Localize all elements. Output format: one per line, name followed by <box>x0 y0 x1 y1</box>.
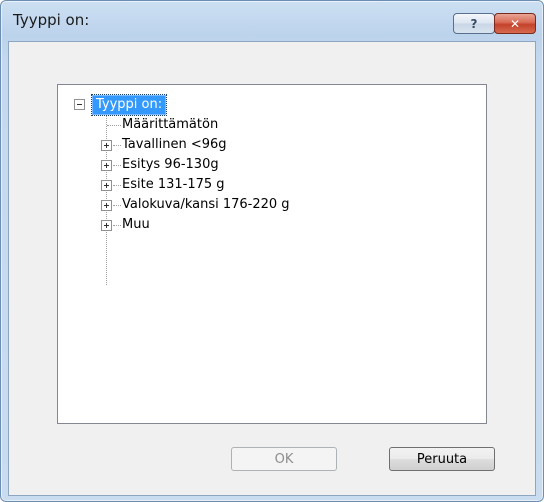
tree-node-label: Määrittämätön <box>122 117 219 132</box>
paper-type-tree[interactable]: Tyyppi on: Määrittämätön Tavallinen <96g… <box>57 84 487 424</box>
expand-icon[interactable] <box>101 180 112 191</box>
tree-node-valokuva[interactable]: Valokuva/kansi 176-220 g <box>58 195 398 215</box>
dialog-title: Tyyppi on: <box>13 11 90 29</box>
tree-node-maarittamaton[interactable]: Määrittämätön <box>122 115 218 135</box>
tree-node-tavallinen[interactable]: Tavallinen <96g <box>58 135 358 155</box>
tree-node-label: Esitys 96-130g <box>122 157 219 172</box>
ok-button[interactable]: OK <box>231 447 337 471</box>
tree-node-label: Muu <box>122 217 150 232</box>
tree-line <box>107 125 121 126</box>
expand-icon[interactable] <box>101 140 112 151</box>
tree-node-root[interactable]: Tyyppi on: <box>68 94 268 116</box>
cancel-button[interactable]: Peruuta <box>389 447 495 471</box>
tree-node-label: Esite 131-175 g <box>122 177 225 192</box>
tree-node-label: Tavallinen <96g <box>122 137 227 152</box>
tree-node-esitys[interactable]: Esitys 96-130g <box>58 155 358 175</box>
expand-icon[interactable] <box>101 220 112 231</box>
tree-node-label: Valokuva/kansi 176-220 g <box>122 197 290 212</box>
dialog-window: Tyyppi on: ? ✕ Tyyppi on: Määrittämätön … <box>0 0 544 502</box>
help-icon: ? <box>470 16 478 31</box>
close-icon: ✕ <box>509 16 521 31</box>
title-bar[interactable]: Tyyppi on: ? ✕ <box>1 1 543 41</box>
close-button[interactable]: ✕ <box>494 13 536 34</box>
expand-icon[interactable] <box>101 200 112 211</box>
help-button[interactable]: ? <box>453 13 495 34</box>
tree-node-muu[interactable]: Muu <box>58 215 358 235</box>
tree-node-esite[interactable]: Esite 131-175 g <box>58 175 358 195</box>
tree-node-label: Tyyppi on: <box>90 94 168 116</box>
expand-icon[interactable] <box>101 160 112 171</box>
collapse-icon[interactable] <box>74 99 85 110</box>
dialog-client-area: Tyyppi on: Määrittämätön Tavallinen <96g… <box>8 41 536 496</box>
